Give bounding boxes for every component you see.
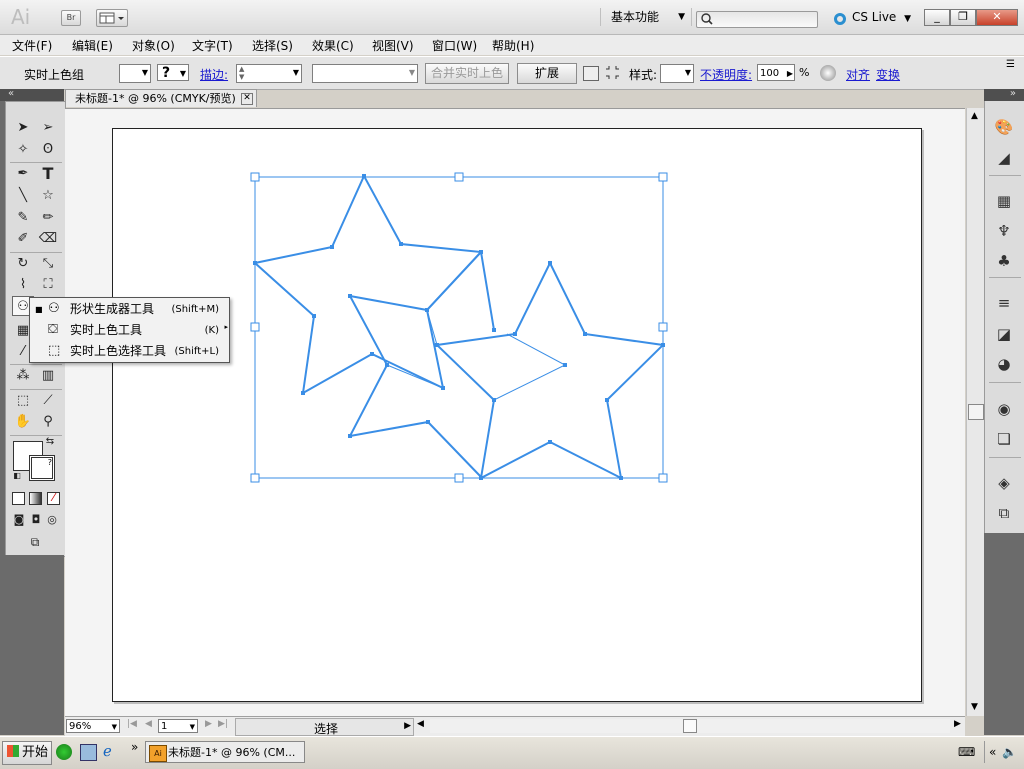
star-shape[interactable] bbox=[436, 333, 567, 401]
appearance-panel-icon[interactable]: ◉ bbox=[993, 399, 1015, 419]
windows-logo-icon bbox=[7, 745, 19, 757]
vertical-scroll-thumb[interactable] bbox=[968, 404, 984, 420]
horizontal-scroll-thumb[interactable] bbox=[683, 719, 697, 733]
layers-panel-icon[interactable]: ◈ bbox=[993, 473, 1015, 493]
status-text: 选择 bbox=[314, 722, 339, 736]
gradient-panel-icon[interactable]: ◪ bbox=[993, 324, 1015, 344]
right-dock-empty bbox=[984, 533, 1024, 735]
star-shape[interactable] bbox=[349, 249, 495, 331]
panel-menu-icon[interactable]: ☰ bbox=[1006, 59, 1015, 70]
bounding-box-handles[interactable] bbox=[250, 172, 668, 483]
panel-dock: 🎨 ◢ ▦ ♆ ♣ ≡ ◪ ◕ ◉ ❏ ◈ ⧉ bbox=[984, 101, 1024, 533]
tearoff-arrow-icon[interactable]: ▸ bbox=[224, 323, 228, 331]
first-artboard-icon[interactable]: |◀ bbox=[127, 719, 137, 729]
graphic-styles-panel-icon[interactable]: ❏ bbox=[993, 429, 1015, 449]
close-button[interactable]: ✕ bbox=[976, 9, 1018, 26]
swatches-panel-icon[interactable]: ▦ bbox=[993, 191, 1015, 211]
next-artboard-icon[interactable]: ▶ bbox=[205, 719, 212, 729]
star-shape[interactable] bbox=[434, 260, 666, 480]
internet-explorer-icon[interactable]: ℯ bbox=[103, 742, 112, 760]
taskbar-window-illustrator[interactable]: Ai 未标题-1* @ 96% (CM... bbox=[145, 741, 305, 763]
selected-bullet-icon: ■ bbox=[35, 305, 43, 314]
panel-dock-header[interactable]: » bbox=[984, 88, 1024, 101]
artboard-number: 1 bbox=[161, 721, 168, 732]
zoom-value: 96% bbox=[69, 721, 92, 732]
star-shape[interactable] bbox=[348, 295, 483, 479]
live-paint-bucket-icon: ⛋ bbox=[48, 322, 58, 337]
taskbar-window-label: 未标题-1* @ 96% (CM... bbox=[168, 746, 296, 759]
star-shape[interactable] bbox=[252, 173, 484, 395]
symbols-panel-icon[interactable]: ♣ bbox=[993, 251, 1015, 271]
status-bar: 96% ▼ |◀ ◀ 1 ▼ ▶ ▶| 选择 ▶ ◀ ▶ bbox=[65, 716, 965, 736]
quicklaunch-more-icon[interactable]: » bbox=[131, 740, 138, 754]
flyout-item-shape-builder[interactable]: ■ ⚇ 形状生成器工具 (Shift+M) bbox=[30, 299, 229, 320]
previous-artboard-icon[interactable]: ◀ bbox=[145, 719, 152, 729]
artboards-panel-icon[interactable]: ⧉ bbox=[993, 503, 1015, 523]
flyout-item-label: 实时上色工具 bbox=[70, 323, 143, 337]
vertical-scrollbar[interactable]: ▲ ▼ bbox=[966, 108, 984, 716]
show-desktop-icon[interactable] bbox=[80, 744, 97, 761]
expand-icon: » bbox=[1009, 88, 1016, 99]
status-menu[interactable]: 选择 ▶ bbox=[235, 718, 414, 736]
chevron-down-icon: ▼ bbox=[111, 723, 117, 731]
chevron-right-icon: ▶ bbox=[404, 721, 411, 731]
scroll-down-icon[interactable]: ▼ bbox=[971, 702, 978, 712]
live-paint-group[interactable] bbox=[252, 173, 666, 480]
artboard-number-field[interactable]: 1 ▼ bbox=[158, 719, 198, 733]
taskbar: 开始 ℯ » Ai 未标题-1* @ 96% (CM... ⌨ « 🔈 bbox=[0, 736, 1024, 769]
system-tray[interactable]: « 🔈 bbox=[984, 741, 1022, 763]
shape-builder-icon: ⚇ bbox=[48, 301, 60, 316]
media-player-icon[interactable] bbox=[56, 744, 72, 760]
anchor-points bbox=[253, 174, 665, 480]
transparency-panel-icon[interactable]: ◕ bbox=[993, 354, 1015, 374]
color-guide-icon[interactable]: ◢ bbox=[993, 148, 1015, 168]
brushes-panel-icon[interactable]: ♆ bbox=[993, 221, 1015, 241]
illustrator-app-icon: Ai bbox=[149, 745, 167, 762]
start-label: 开始 bbox=[22, 745, 49, 760]
horizontal-scrollbar[interactable] bbox=[430, 719, 950, 733]
keyboard-icon[interactable]: ⌨ bbox=[958, 745, 975, 759]
color-panel-icon[interactable]: 🎨 bbox=[993, 117, 1015, 137]
flyout-item-shortcut: (Shift+L) bbox=[174, 346, 219, 357]
live-paint-selection-icon: ⬚ bbox=[48, 343, 61, 358]
last-artboard-icon[interactable]: ▶| bbox=[218, 719, 228, 729]
stroke-panel-icon[interactable]: ≡ bbox=[993, 293, 1015, 313]
flyout-item-live-paint-selection[interactable]: ⬚ 实时上色选择工具 (Shift+L) bbox=[30, 341, 229, 362]
tool-flyout-menu: ■ ⚇ 形状生成器工具 (Shift+M) ⛋ 实时上色工具 (K) ⬚ 实时上… bbox=[29, 297, 230, 363]
bounding-box bbox=[254, 176, 664, 479]
start-button[interactable]: 开始 bbox=[2, 741, 52, 765]
flyout-item-live-paint-bucket[interactable]: ⛋ 实时上色工具 (K) bbox=[30, 320, 229, 341]
volume-icon: 🔈 bbox=[1002, 745, 1018, 759]
tray-expand-icon: « bbox=[989, 745, 997, 759]
flyout-item-label: 实时上色选择工具 bbox=[70, 344, 167, 358]
flyout-item-label: 形状生成器工具 bbox=[70, 302, 155, 316]
scroll-right-icon[interactable]: ▶ bbox=[954, 719, 961, 729]
chevron-down-icon: ▼ bbox=[189, 723, 195, 731]
flyout-item-shortcut: (Shift+M) bbox=[171, 304, 219, 315]
flyout-item-shortcut: (K) bbox=[204, 325, 219, 336]
scroll-up-icon[interactable]: ▲ bbox=[971, 111, 978, 121]
zoom-field[interactable]: 96% ▼ bbox=[66, 719, 120, 733]
scroll-left-icon[interactable]: ◀ bbox=[417, 719, 424, 729]
